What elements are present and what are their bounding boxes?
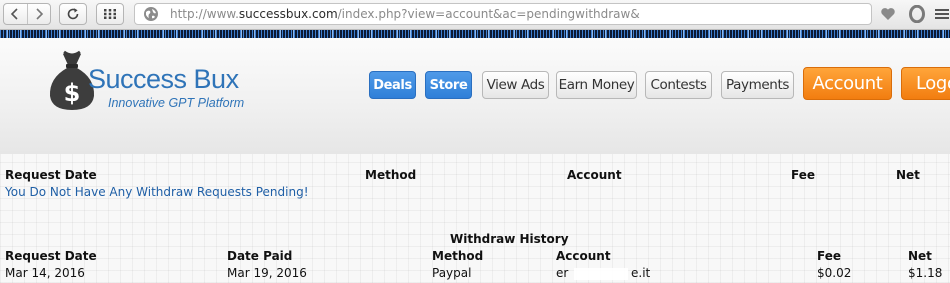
url-path: /index.php?view=account&ac=pendingwithdr…	[337, 7, 640, 21]
pending-header-method: Method	[365, 168, 417, 182]
pending-header-net: Net	[896, 168, 920, 182]
nav-deals-button[interactable]: Deals	[369, 71, 416, 99]
heart-icon	[881, 8, 895, 20]
pending-header-fee: Fee	[791, 168, 815, 182]
chevron-right-icon	[36, 8, 43, 20]
opera-icon	[909, 5, 925, 23]
history-cell-account-start: er	[556, 266, 569, 280]
site-logo[interactable]: $ Success Bux Innovative GPT Platform	[46, 50, 246, 112]
account-content: Request Date Method Account Fee Net You …	[0, 154, 950, 283]
nav-view-ads-button[interactable]: View Ads	[482, 71, 549, 99]
history-cell-account-end: e.it	[631, 266, 651, 280]
favorite-button[interactable]	[878, 4, 898, 24]
url-prefix: http://www.	[170, 7, 239, 21]
history-cell-method: Paypal	[432, 266, 472, 280]
header-stripe	[0, 30, 950, 38]
nav-account-button[interactable]: Account	[803, 67, 892, 100]
history-header-net: Net	[908, 249, 932, 263]
history-title: Withdraw History	[450, 232, 569, 246]
nav-logout-button[interactable]: Logo	[901, 67, 950, 100]
nav-store-button[interactable]: Store	[425, 71, 472, 99]
globe-icon	[144, 7, 158, 21]
reload-button[interactable]	[59, 3, 87, 25]
history-header-request-date: Request Date	[5, 249, 97, 263]
pending-empty-message: You Do Not Have Any Withdraw Requests Pe…	[5, 185, 309, 199]
menu-button[interactable]	[932, 4, 950, 24]
menu-icon	[935, 9, 949, 19]
nav-contests-button[interactable]: Contests	[645, 71, 712, 99]
grid-icon	[104, 9, 116, 19]
history-header-account: Account	[556, 249, 611, 263]
address-bar[interactable]: http://www.successbux.com/index.php?view…	[134, 3, 872, 25]
extension-button[interactable]	[907, 4, 927, 24]
back-button[interactable]	[4, 4, 27, 24]
history-header-method: Method	[432, 249, 484, 263]
history-header-fee: Fee	[817, 249, 841, 263]
url-text: http://www.successbux.com/index.php?view…	[170, 7, 640, 21]
chevron-left-icon	[11, 8, 18, 20]
reload-icon	[67, 8, 79, 20]
history-cell-fee: $0.02	[817, 266, 852, 280]
history-cell-request-date: Mar 14, 2016	[5, 266, 85, 280]
forward-button[interactable]	[26, 4, 51, 24]
browser-toolbar: http://www.successbux.com/index.php?view…	[0, 0, 950, 30]
logo-tagline: Innovative GPT Platform	[108, 96, 245, 110]
apps-grid-button[interactable]	[96, 3, 124, 25]
history-header-date-paid: Date Paid	[227, 249, 293, 263]
nav-earn-money-button[interactable]: Earn Money	[556, 71, 637, 99]
redacted-account-block	[574, 268, 628, 280]
history-cell-net: $1.18	[908, 266, 943, 280]
url-domain: successbux.com	[238, 7, 338, 21]
pending-header-request-date: Request Date	[5, 168, 97, 182]
nav-payments-button[interactable]: Payments	[721, 71, 794, 99]
logo-title: Success Bux	[88, 64, 239, 94]
history-cell-date-paid: Mar 19, 2016	[227, 266, 307, 280]
history-nav	[3, 3, 51, 25]
site-header: $ Success Bux Innovative GPT Platform De…	[0, 38, 950, 154]
dollar-sign: $	[64, 79, 81, 107]
pending-header-account: Account	[567, 168, 622, 182]
